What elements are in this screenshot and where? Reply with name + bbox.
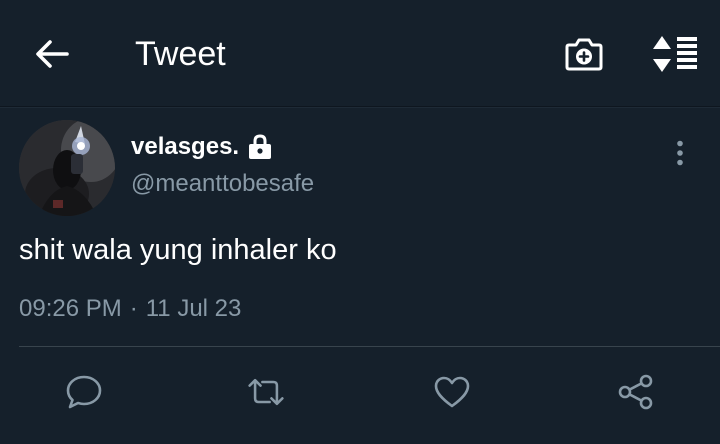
timestamp-separator: · <box>129 295 138 322</box>
retweet-icon <box>248 378 284 406</box>
share-icon <box>618 374 653 410</box>
divider <box>19 346 720 347</box>
reply-button[interactable] <box>64 372 104 412</box>
display-name[interactable]: velasges. <box>131 133 239 161</box>
tweet-detail-screen: Tweet velasges. @meanttobesafe shit wala… <box>0 0 720 444</box>
tweet-time: 09:26 PM <box>19 295 122 322</box>
heart-icon <box>434 376 470 408</box>
page-title: Tweet <box>135 35 226 73</box>
tweet-timestamp: 09:26 PM · 11 Jul 23 <box>19 295 241 323</box>
avatar[interactable] <box>19 120 115 216</box>
like-button[interactable] <box>432 372 472 412</box>
tweet-text: shit wala yung inhaler ko <box>19 234 337 266</box>
top-app-bar: Tweet <box>0 0 720 107</box>
tweet-date: 11 Jul 23 <box>145 295 242 322</box>
display-name-row[interactable]: velasges. <box>131 130 273 164</box>
camera-plus-icon <box>565 38 603 71</box>
back-button[interactable] <box>30 32 74 76</box>
user-handle[interactable]: @meanttobesafe <box>131 170 314 198</box>
lock-icon <box>247 134 273 160</box>
more-options-button[interactable] <box>668 136 692 170</box>
avatar-photo <box>19 120 115 216</box>
sort-options-button[interactable] <box>648 30 702 78</box>
vertical-dots-icon <box>677 140 683 166</box>
add-photo-button[interactable] <box>562 32 606 76</box>
reply-icon <box>66 375 102 409</box>
retweet-button[interactable] <box>246 372 286 412</box>
arrow-left-icon <box>36 40 69 68</box>
share-button[interactable] <box>616 372 656 412</box>
sort-list-icon <box>653 36 697 72</box>
